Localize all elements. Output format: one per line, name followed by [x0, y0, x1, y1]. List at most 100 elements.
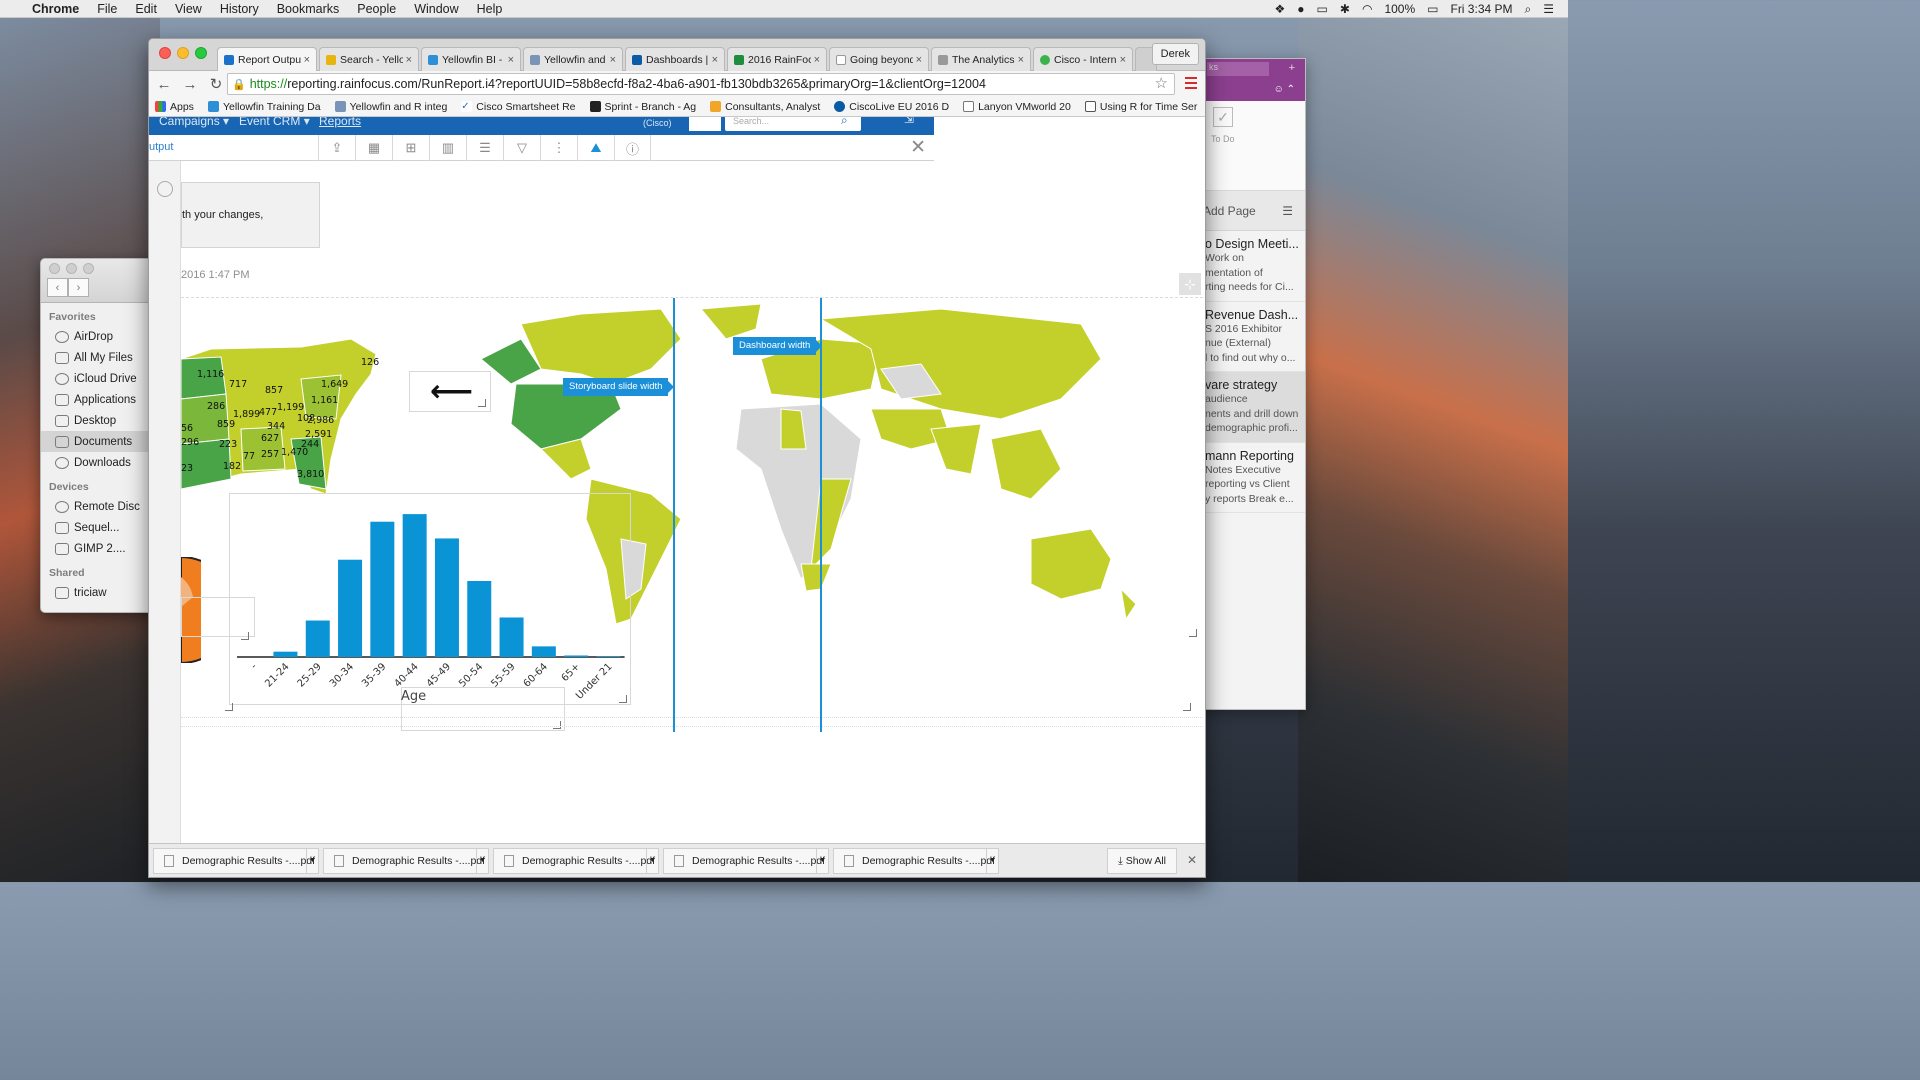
age-bar-chart[interactable]: -21-24 25-29 30-34 35-39 40-44 45-49 50-54 55-5…	[229, 493, 631, 705]
bluetooth-icon[interactable]: ✱	[1340, 2, 1350, 16]
spotlight-icon[interactable]: ⌕	[1525, 2, 1532, 17]
menu-edit[interactable]: Edit	[135, 2, 157, 16]
filter-icon[interactable]: ▽	[503, 135, 540, 161]
search-icon[interactable]: ⌕	[841, 117, 848, 128]
resize-handle-icon[interactable]	[1183, 703, 1191, 711]
chart-builder-icon[interactable]: ▦	[355, 135, 392, 161]
list-icon[interactable]: ☰	[466, 135, 503, 161]
bar-55-59[interactable]	[499, 617, 524, 657]
chevron-down-icon[interactable]: ▼	[476, 848, 488, 873]
nav-event-crm[interactable]: Event CRM ▾	[239, 117, 310, 128]
bookmark-yellowfin-training[interactable]: Yellowfin Training Da	[207, 101, 321, 113]
tab-close-icon[interactable]: ×	[1015, 54, 1030, 66]
tab-yellowfin-bi[interactable]: Yellowfin BI - ×	[421, 47, 521, 71]
tab-going-beyond[interactable]: Going beyond ×	[829, 47, 929, 71]
add-person-icon[interactable]: +	[1289, 62, 1295, 74]
chevron-down-icon[interactable]: ▼	[816, 848, 828, 873]
bookmark-apps[interactable]: Apps	[155, 101, 194, 113]
show-all-downloads-button[interactable]: ⤓ Show All	[1107, 848, 1177, 874]
bar-25-29[interactable]	[305, 620, 330, 657]
tab-the-analytics[interactable]: The Analytics ×	[931, 47, 1031, 71]
address-bar[interactable]: 🔒 https:// reporting.rainfocus.com/RunRe…	[227, 73, 1175, 95]
close-downloads-icon[interactable]: ✕	[1187, 853, 1197, 867]
wifi-icon[interactable]: ◠	[1362, 2, 1372, 16]
bar-65+[interactable]	[564, 655, 589, 657]
reload-icon[interactable]: ↻	[205, 75, 227, 93]
menu-file[interactable]: File	[97, 2, 117, 16]
bar-30-34[interactable]	[338, 559, 363, 657]
download-item[interactable]: Demographic Results -....pdf ▼	[493, 847, 659, 874]
download-item[interactable]: Demographic Results -....pdf ▼	[663, 847, 829, 874]
nav-campaigns[interactable]: Campaigns ▾	[159, 117, 229, 128]
tab-close-icon[interactable]: ×	[811, 54, 826, 66]
bar-40-44[interactable]	[402, 514, 427, 657]
window-minimize-button[interactable]	[177, 47, 189, 59]
close-icon[interactable]: ✕	[910, 136, 926, 159]
page-item[interactable]: o Design Meeti... Work on mentation of r…	[1197, 231, 1305, 302]
clock[interactable]: Fri 3:34 PM	[1450, 2, 1512, 16]
storyboard-width-guide[interactable]	[673, 298, 675, 732]
window-zoom-button[interactable]	[195, 47, 207, 59]
forward-icon[interactable]: →	[179, 76, 201, 93]
menu-help[interactable]: Help	[477, 2, 503, 16]
bookmark-ciscolive[interactable]: CiscoLive EU 2016 D	[834, 101, 949, 113]
storyboard-icon[interactable]: ⛰	[577, 135, 614, 161]
chrome-menu-icon[interactable]	[1185, 77, 1197, 89]
bar-35-39[interactable]	[370, 521, 395, 657]
page-item[interactable]: mann Reporting Notes Executive reporting…	[1197, 443, 1305, 513]
download-item[interactable]: Demographic Results -....pdf ▼	[833, 847, 999, 874]
menu-people[interactable]: People	[357, 2, 396, 16]
table-icon[interactable]: ⊞	[392, 135, 429, 161]
menu-window[interactable]: Window	[414, 2, 458, 16]
bookmark-yellowfin-r[interactable]: Yellowfin and R integ	[334, 101, 447, 113]
chevron-down-icon[interactable]: ▼	[646, 848, 658, 873]
chevron-down-icon[interactable]: ▼	[306, 848, 318, 873]
lock-icon[interactable]: 🔒	[232, 78, 246, 91]
bookmark-star-icon[interactable]: ☆	[1155, 74, 1168, 92]
tab-report-output[interactable]: Report Outpu ×	[217, 47, 317, 71]
us-states-map[interactable]	[181, 338, 377, 495]
page-item-selected[interactable]: vare strategy audience nents and drill d…	[1197, 372, 1305, 443]
tab-close-icon[interactable]: ×	[913, 54, 928, 66]
bookmark-using-r[interactable]: Using R for Time Ser	[1084, 101, 1197, 113]
menu-view[interactable]: View	[175, 2, 202, 16]
page-list-icon[interactable]: ☰	[1282, 204, 1293, 218]
more-vertical-icon[interactable]: ⋮	[540, 135, 577, 161]
smiley-icon[interactable]: ☺ ⌃	[1274, 84, 1295, 95]
menu-history[interactable]: History	[220, 2, 259, 16]
chevron-down-icon[interactable]: ▼	[986, 848, 998, 873]
tab-close-icon[interactable]: ×	[301, 54, 316, 66]
nav-reports[interactable]: Reports	[319, 117, 361, 128]
menu-bookmarks[interactable]: Bookmarks	[277, 2, 340, 16]
finder-close-button[interactable]	[49, 263, 60, 274]
share-icon[interactable]: ⇪	[318, 135, 355, 161]
bar-45-49[interactable]	[434, 538, 459, 657]
download-item[interactable]: Demographic Results -....pdf ▼	[323, 847, 489, 874]
notification-center-icon[interactable]: ☰	[1543, 2, 1554, 16]
dropbox-icon[interactable]: ❖	[1275, 2, 1286, 16]
profile-button[interactable]: Derek	[1151, 43, 1199, 65]
expand-icon[interactable]: ⊹	[1179, 273, 1201, 295]
back-icon[interactable]: ←	[153, 76, 175, 93]
add-page-button[interactable]: Add Page ☰	[1197, 191, 1305, 231]
status-app-icon[interactable]: ●	[1297, 2, 1304, 16]
bar-60-64[interactable]	[531, 646, 556, 657]
bar-50-54[interactable]	[467, 581, 492, 657]
resize-handle-icon[interactable]	[478, 399, 486, 407]
finder-forward-icon[interactable]: ›	[68, 278, 89, 297]
tab-yellowfin-and[interactable]: Yellowfin and ×	[523, 47, 623, 71]
todo-checkbox-icon[interactable]: ✓	[1213, 107, 1233, 127]
onenote-search-box[interactable]: ks	[1207, 62, 1269, 76]
tab-close-icon[interactable]: ×	[709, 54, 724, 66]
window-close-button[interactable]	[159, 47, 171, 59]
airplay-icon[interactable]: ▭	[1317, 2, 1328, 16]
breadcrumb[interactable]: utput	[149, 141, 173, 153]
tab-close-icon[interactable]: ×	[403, 54, 418, 66]
tab-close-icon[interactable]: ×	[607, 54, 622, 66]
battery-icon[interactable]: ▭	[1427, 2, 1438, 16]
tab-2016-rainfocus[interactable]: 2016 RainFoc ×	[727, 47, 827, 71]
bar-Under 21[interactable]	[596, 656, 621, 657]
bookmark-sprint[interactable]: Sprint - Branch - Ag	[589, 101, 696, 113]
tab-close-icon[interactable]: ×	[1117, 54, 1132, 66]
logout-icon[interactable]: ⇲	[904, 117, 914, 126]
